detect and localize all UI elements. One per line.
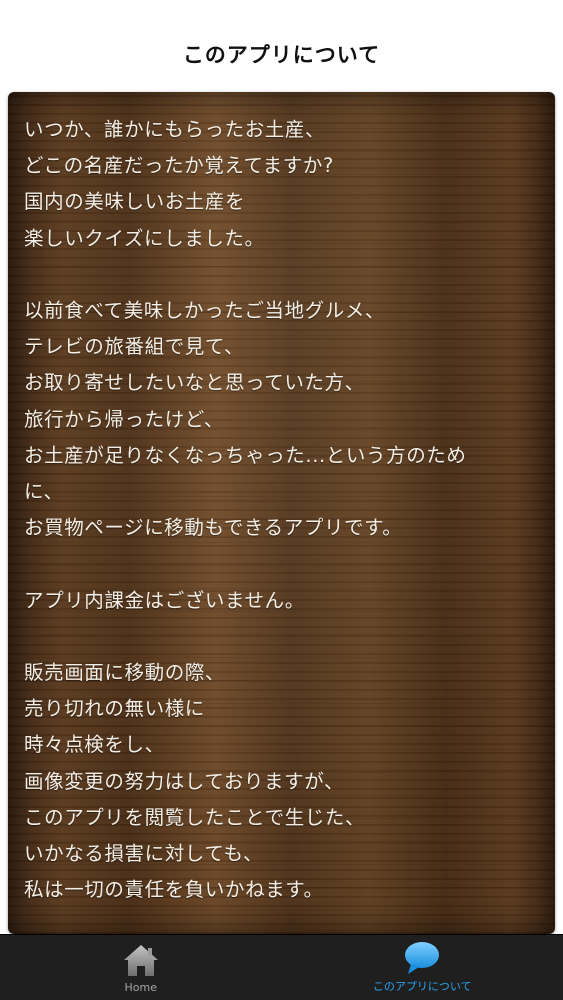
tab-about[interactable]: このアプリについて: [282, 935, 563, 1000]
text-line: このアプリを閲覧したことで生じた、: [24, 805, 366, 829]
paragraph: アプリ内課金はございません。: [24, 583, 544, 619]
home-icon: [123, 945, 158, 976]
text-line: 国内の美味しいお土産を: [24, 190, 246, 214]
about-text: いつか、誰かにもらったお土産、 どこの名産だったか覚えてますか? 国内の美味しい…: [24, 112, 544, 908]
speech-bubble-icon: [405, 942, 440, 974]
text-line: お買物ページに移動もできるアプリです。: [24, 516, 403, 540]
text-line: お取り寄せしたいなと思っていた方、: [24, 371, 365, 395]
text-line: 以前食べて美味しかったご当地グルメ、: [24, 299, 386, 322]
paragraph: いつか、誰かにもらったお土産、 どこの名産だったか覚えてますか? 国内の美味しい…: [24, 112, 544, 257]
text-line: アプリ内課金はございません。: [24, 588, 305, 612]
tab-home-label: Home: [124, 981, 157, 994]
tab-home[interactable]: Home: [0, 935, 282, 1000]
text-line: テレビの旅番組で見て、: [24, 335, 245, 359]
text-line: 画像変更の努力はしておりますが、: [24, 769, 345, 793]
paragraph: 以前食べて美味しかったご当地グルメ、 テレビの旅番組で見て、 お取り寄せしたいな…: [24, 293, 544, 546]
text-line: に、: [24, 480, 64, 504]
text-line: どこの名産だったか覚えてますか?: [24, 154, 334, 178]
page-title: このアプリについて: [182, 43, 381, 67]
tab-bar: Home このアプリについて: [0, 934, 563, 1000]
text-line: お土産が足りなくなっちゃった...という方のため: [24, 443, 467, 467]
text-line: 私は一切の責任を負いかねます。: [24, 878, 324, 902]
text-line: いかなる損害に対しても、: [24, 842, 264, 866]
text-line: 楽しいクイズにしました。: [24, 226, 265, 250]
text-line: いつか、誰かにもらったお土産、: [24, 118, 326, 141]
navigation-bar: このアプリについて: [0, 0, 563, 86]
text-line: 旅行から帰ったけど、: [24, 407, 225, 431]
wood-panel: いつか、誰かにもらったお土産、 どこの名産だったか覚えてますか? 国内の美味しい…: [8, 92, 555, 934]
paragraph: 販売画面に移動の際、 売り切れの無い様に 時々点検をし、 画像変更の努力はしてお…: [24, 655, 544, 908]
text-line: 時々点検をし、: [24, 733, 165, 757]
tab-about-label: このアプリについて: [372, 980, 472, 993]
text-line: 売り切れの無い様に: [24, 697, 205, 721]
text-line: 販売画面に移動の際、: [24, 661, 226, 684]
